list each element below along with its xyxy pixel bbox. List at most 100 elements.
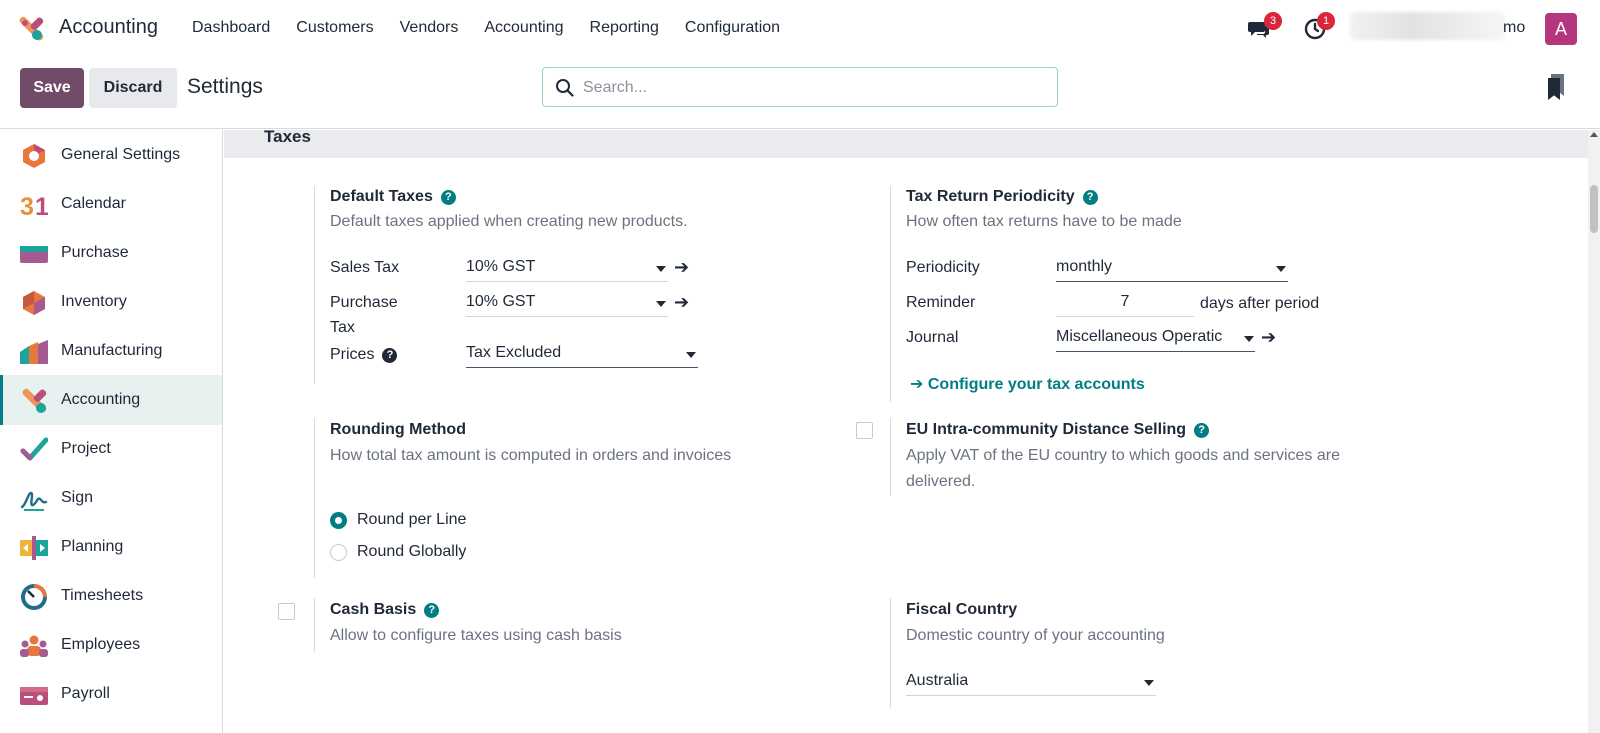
calendar-icon: 3 1 xyxy=(20,193,48,219)
discard-button[interactable]: Discard xyxy=(89,68,177,108)
settings-sidebar: General Settings 3 1 Calendar Purchase I… xyxy=(0,130,223,733)
divider xyxy=(314,186,315,384)
fiscal-country-description: Domestic country of your accounting xyxy=(906,627,1165,644)
section-title: Taxes xyxy=(264,130,311,146)
fiscal-country-select[interactable]: Australia xyxy=(906,670,1156,696)
purchase-tax-select[interactable]: 10% GST xyxy=(466,291,668,317)
favorites-bookmark-icon[interactable] xyxy=(1546,74,1566,100)
sidebar-item-label: Inventory xyxy=(61,293,127,310)
sidebar-item-planning[interactable]: Planning xyxy=(0,522,222,572)
sidebar-item-calendar[interactable]: 3 1 Calendar xyxy=(0,179,222,229)
sidebar-item-payroll[interactable]: Payroll xyxy=(0,669,222,719)
fiscal-country-value: Australia xyxy=(906,672,969,689)
divider xyxy=(890,418,891,496)
menu-reporting[interactable]: Reporting xyxy=(590,19,659,37)
rounding-method-title: Rounding Method xyxy=(330,421,466,438)
accounting-app-icon[interactable] xyxy=(18,16,44,42)
round-per-line-label[interactable]: Round per Line xyxy=(357,511,466,529)
inventory-icon xyxy=(23,291,45,315)
sidebar-item-purchase[interactable]: Purchase xyxy=(0,228,222,278)
payroll-icon xyxy=(20,687,48,705)
app-name[interactable]: Accounting xyxy=(59,16,158,39)
search-bar[interactable] xyxy=(542,67,1058,107)
main-menu: Dashboard Customers Vendors Accounting R… xyxy=(192,19,806,37)
cash-basis-title: Cash Basis? xyxy=(330,601,440,619)
rounding-method-description: How total tax amount is computed in orde… xyxy=(330,447,732,464)
save-button[interactable]: Save xyxy=(20,68,84,108)
sidebar-item-label: Purchase xyxy=(61,244,129,261)
eu-distance-selling-desc-line1: Apply VAT of the EU country to which goo… xyxy=(906,447,1340,464)
planning-icon xyxy=(20,536,48,560)
search-icon xyxy=(556,79,574,97)
eu-distance-selling-title: EU Intra-community Distance Selling? xyxy=(906,421,1210,439)
manufacturing-icon xyxy=(20,340,48,364)
menu-accounting[interactable]: Accounting xyxy=(484,19,563,37)
search-input[interactable] xyxy=(583,76,1043,100)
eu-distance-selling-checkbox[interactable] xyxy=(856,422,873,439)
sidebar-item-label: Project xyxy=(61,440,111,457)
purchase-tax-value: 10% GST xyxy=(466,293,536,310)
content-scrollbar[interactable] xyxy=(1588,130,1600,733)
reminder-label: Reminder xyxy=(906,294,976,311)
sidebar-item-label: Employees xyxy=(61,636,141,653)
help-icon[interactable]: ? xyxy=(382,348,398,363)
user-avatar[interactable]: A xyxy=(1545,13,1577,45)
messages-badge: 3 xyxy=(1264,12,1282,30)
sales-tax-external-link-icon[interactable]: ➔ xyxy=(674,257,689,278)
purchase-tax-label: Purchase Tax xyxy=(330,290,398,340)
configure-tax-accounts-link[interactable]: ➔ Configure your tax accounts xyxy=(910,374,1145,394)
prices-label: Prices? xyxy=(330,342,398,367)
help-icon[interactable]: ? xyxy=(424,603,440,618)
scroll-up-arrow-icon[interactable] xyxy=(1590,132,1598,137)
sidebar-item-project[interactable]: Project xyxy=(0,424,222,474)
sidebar-item-accounting[interactable]: Accounting xyxy=(0,375,222,425)
menu-dashboard[interactable]: Dashboard xyxy=(192,19,270,37)
sidebar-item-inventory[interactable]: Inventory xyxy=(0,277,222,327)
sidebar-item-label: Planning xyxy=(61,538,124,555)
fiscal-country-title: Fiscal Country xyxy=(906,601,1018,618)
eu-distance-selling-desc-line2: delivered. xyxy=(906,473,976,490)
chevron-down-icon xyxy=(656,266,666,272)
configure-tax-accounts-text: Configure your tax accounts xyxy=(927,376,1145,393)
default-taxes-description: Default taxes applied when creating new … xyxy=(330,213,688,230)
eu-distance-selling-description: Apply VAT of the EU country to which goo… xyxy=(906,443,1340,495)
journal-external-link-icon[interactable]: ➔ xyxy=(1261,327,1276,348)
sidebar-item-manufacturing[interactable]: Manufacturing xyxy=(0,326,222,376)
sidebar-item-label: Calendar xyxy=(61,195,126,212)
scrollbar-thumb[interactable] xyxy=(1590,185,1598,233)
prices-select[interactable]: Tax Excluded xyxy=(466,342,698,368)
menu-customers[interactable]: Customers xyxy=(296,19,373,37)
round-per-line-radio[interactable] xyxy=(330,512,347,529)
periodicity-label: Periodicity xyxy=(906,259,980,276)
cash-basis-checkbox[interactable] xyxy=(278,603,295,620)
company-name-tail[interactable]: mo xyxy=(1503,19,1525,37)
sidebar-item-sign[interactable]: Sign xyxy=(0,473,222,523)
reminder-input[interactable]: 7 xyxy=(1056,291,1194,317)
help-icon[interactable]: ? xyxy=(1194,423,1210,438)
sidebar-item-employees[interactable]: Employees xyxy=(0,620,222,670)
tax-return-title-text: Tax Return Periodicity xyxy=(906,188,1075,205)
sales-tax-select[interactable]: 10% GST xyxy=(466,256,668,282)
chevron-down-icon xyxy=(1144,680,1154,686)
divider xyxy=(314,598,315,652)
chevron-down-icon xyxy=(1244,336,1254,342)
journal-select[interactable]: Miscellaneous Operatic xyxy=(1056,326,1255,352)
cash-basis-title-text: Cash Basis xyxy=(330,601,417,618)
purchase-tax-external-link-icon[interactable]: ➔ xyxy=(674,292,689,313)
control-panel: Save Discard Settings xyxy=(0,56,1600,129)
sidebar-item-label: Payroll xyxy=(61,685,110,702)
round-globally-label[interactable]: Round Globally xyxy=(357,543,466,561)
menu-configuration[interactable]: Configuration xyxy=(685,19,780,37)
round-globally-radio[interactable] xyxy=(330,544,347,561)
purchase-tax-label-line2: Tax xyxy=(330,319,355,336)
periodicity-select[interactable]: monthly xyxy=(1056,256,1288,282)
help-icon[interactable]: ? xyxy=(1082,190,1098,205)
sidebar-item-label: Manufacturing xyxy=(61,342,163,359)
sidebar-item-general-settings[interactable]: General Settings xyxy=(0,130,222,180)
svg-text:3: 3 xyxy=(20,193,34,219)
help-icon[interactable]: ? xyxy=(440,190,456,205)
activity-badge: 1 xyxy=(1317,12,1335,30)
section-header: Taxes xyxy=(224,130,1588,158)
sidebar-item-timesheets[interactable]: Timesheets xyxy=(0,571,222,621)
menu-vendors[interactable]: Vendors xyxy=(400,19,459,37)
